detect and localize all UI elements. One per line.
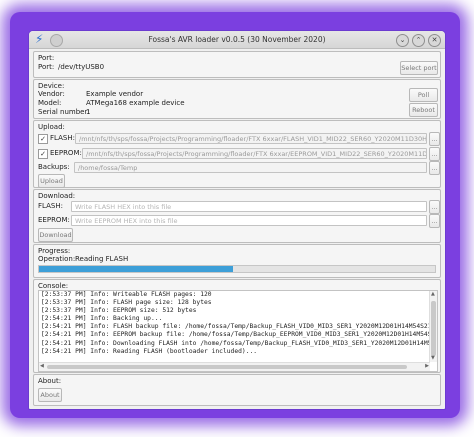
port-label: Port: <box>38 63 55 71</box>
flash-upload-checkbox[interactable]: ✓ <box>38 134 48 144</box>
download-button[interactable]: Download <box>38 228 73 242</box>
upload-flash-path-field[interactable]: /mnt/nfs/th/sps/fossa/Projects/Programmi… <box>75 133 427 144</box>
console-line: [2:53:37 PM] Info: FLASH page size: 128 … <box>41 299 212 307</box>
scroll-down-icon[interactable]: ▼ <box>431 355 435 362</box>
backups-browse-button[interactable]: ... <box>429 161 440 175</box>
select-port-button[interactable]: Select port <box>400 61 438 75</box>
model-label: Model: <box>38 99 62 107</box>
close-icon[interactable]: ✕ <box>428 34 441 47</box>
serial-label: Serial number: <box>38 108 90 116</box>
console-line: [2:54:21 PM] Info: EEPROM backup file: /… <box>41 331 438 339</box>
port-panel: Port: Port: /dev/ttyUSB0 Select port <box>33 51 441 78</box>
about-section-label: About: <box>38 377 62 385</box>
download-eeprom-label: EEPROM: <box>38 216 70 224</box>
progress-panel: Progress: Operation: Reading FLASH <box>33 244 441 278</box>
console-line: [2:54:21 PM] Info: Reading FLASH (bootlo… <box>41 347 258 355</box>
upload-eeprom-path-field[interactable]: /mnt/nfs/th/sps/fossa/Projects/Programmi… <box>82 148 427 159</box>
upload-flash-label: FLASH: <box>50 134 75 142</box>
maximize-icon[interactable]: ⌃ <box>412 34 425 47</box>
console-vertical-scrollbar[interactable]: ▲ ▼ <box>429 291 437 362</box>
download-eeprom-browse-button[interactable]: ... <box>429 214 440 228</box>
eeprom-upload-checkbox[interactable]: ✓ <box>38 149 48 159</box>
backups-path-field[interactable]: /home/fossa/Temp <box>74 162 427 173</box>
console-section-label: Console: <box>38 282 69 290</box>
download-flash-browse-button[interactable]: ... <box>429 200 440 214</box>
console-horizontal-scroll-thumb[interactable] <box>47 365 407 369</box>
about-button[interactable]: About <box>38 388 62 402</box>
console-horizontal-scrollbar[interactable]: ◀ ▶ <box>39 362 430 371</box>
console-panel: Console: [2:53:37 PM] Info: Writeable FL… <box>33 279 441 373</box>
console-vertical-scroll-thumb[interactable] <box>431 301 436 356</box>
upload-eeprom-browse-button[interactable]: ... <box>429 147 440 161</box>
about-panel: About: About <box>33 374 441 406</box>
scroll-right-icon[interactable]: ▶ <box>425 363 429 370</box>
scroll-up-icon[interactable]: ▲ <box>431 291 435 298</box>
port-value: /dev/ttyUSB0 <box>58 63 105 71</box>
port-section-label: Port: <box>38 54 55 62</box>
progress-bar-fill <box>39 266 234 272</box>
console-line: [2:54:21 PM] Info: FLASH backup file: /h… <box>41 323 438 331</box>
poll-button[interactable]: Poll <box>409 88 438 102</box>
model-value: ATMega168 example device <box>86 99 185 107</box>
serial-value: 1 <box>86 108 91 116</box>
reboot-button[interactable]: Reboot <box>409 103 438 117</box>
console-log[interactable]: [2:53:37 PM] Info: Writeable FLASH pages… <box>38 290 438 372</box>
upload-button[interactable]: Upload <box>38 174 65 188</box>
console-line: [2:53:37 PM] Info: Writeable FLASH pages… <box>41 291 212 298</box>
operation-value: Reading FLASH <box>75 255 129 263</box>
console-line: [2:54:21 PM] Info: Backing up... <box>41 315 163 323</box>
minimize-icon[interactable]: ⌄ <box>396 34 409 47</box>
download-section-label: Download: <box>38 192 76 200</box>
device-panel: Device: Vendor: Example vendor Model: AT… <box>33 79 441 119</box>
progress-section-label: Progress: <box>38 247 71 255</box>
download-flash-field[interactable]: Write FLASH HEX into this file <box>71 201 427 212</box>
console-line: [2:54:21 PM] Info: Downloading FLASH int… <box>41 339 438 347</box>
vendor-value: Example vendor <box>86 90 144 98</box>
download-flash-label: FLASH: <box>38 202 63 210</box>
operation-label: Operation: <box>38 255 76 263</box>
upload-flash-browse-button[interactable]: ... <box>429 132 440 146</box>
backups-label: Backups: <box>38 163 70 171</box>
console-line: [2:53:37 PM] Info: EEPROM size: 512 byte… <box>41 307 197 315</box>
upload-panel: Upload: ✓ FLASH: /mnt/nfs/th/sps/fossa/P… <box>33 120 441 188</box>
upload-section-label: Upload: <box>38 123 65 131</box>
upload-eeprom-label: EEPROM: <box>50 149 82 157</box>
download-panel: Download: FLASH: Write FLASH HEX into th… <box>33 189 441 243</box>
window-title: Fossa's AVR loader v0.0.5 (30 November 2… <box>148 35 326 44</box>
vendor-label: Vendor: <box>38 90 65 98</box>
scroll-left-icon[interactable]: ◀ <box>40 363 44 370</box>
title-bar[interactable]: ⚡ Fossa's AVR loader v0.0.5 (30 November… <box>29 31 445 49</box>
download-eeprom-field[interactable]: Write EEPROM HEX into this file <box>71 215 427 226</box>
main-window: ⚡ Fossa's AVR loader v0.0.5 (30 November… <box>28 30 446 410</box>
device-section-label: Device: <box>38 82 65 90</box>
progress-bar <box>38 265 436 273</box>
